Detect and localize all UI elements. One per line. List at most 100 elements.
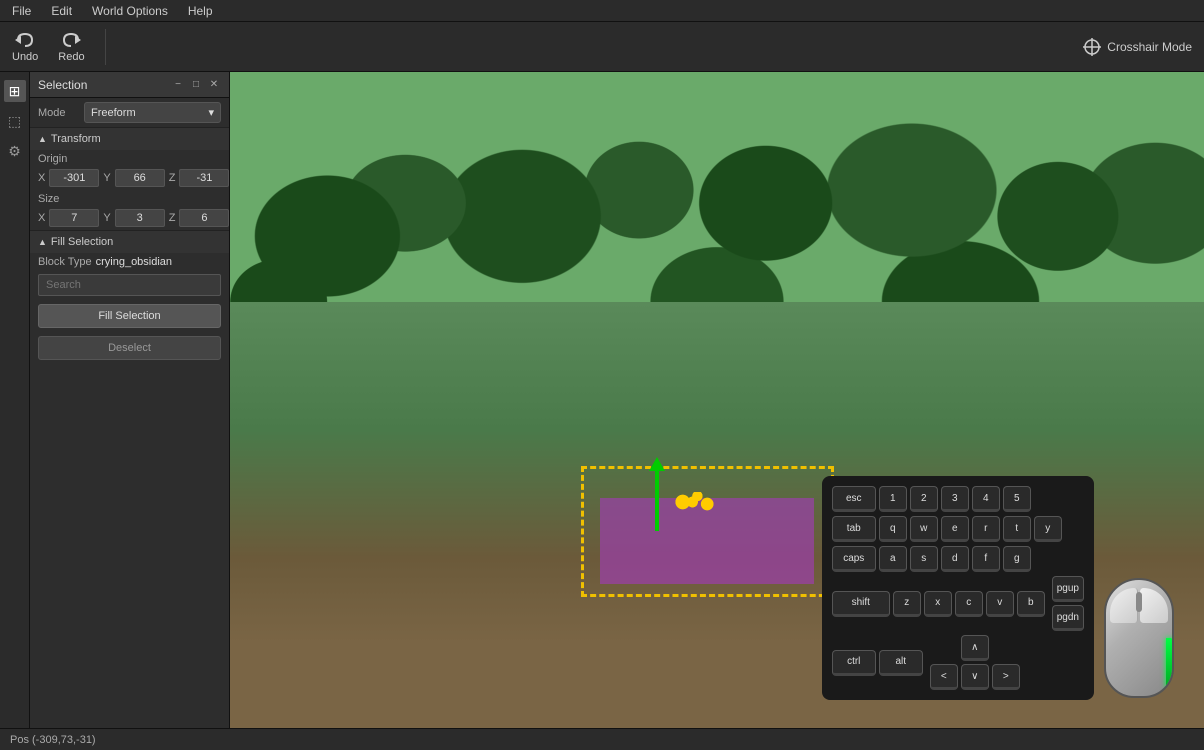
size-y-input[interactable] [115,209,165,227]
mouse-overlay [1104,578,1194,708]
size-y-label: Y [103,212,110,224]
redo-label: Redo [58,51,84,63]
panel-close-button[interactable]: ✕ [207,78,221,92]
key-w[interactable]: w [910,516,938,542]
key-2[interactable]: 2 [910,486,938,512]
mouse-green-light [1166,638,1174,688]
mouse-left-button[interactable] [1110,588,1138,623]
key-r[interactable]: r [972,516,1000,542]
kb-row-4: shift z x c v b pgup pgdn [832,576,1084,631]
menu-help[interactable]: Help [184,4,217,18]
menubar: File Edit World Options Help [0,0,1204,22]
key-1[interactable]: 1 [879,486,907,512]
fill-chevron-icon: ▲ [38,237,47,247]
size-z-input[interactable] [179,209,229,227]
block-type-row: Block Type crying_obsidian [30,253,229,271]
key-x[interactable]: x [924,591,952,617]
panel-title-controls: − □ ✕ [171,78,221,92]
key-tab[interactable]: tab [832,516,876,542]
origin-z-input[interactable] [179,169,229,187]
mc-scene: esc 1 2 3 4 5 tab q w e r t y [230,72,1204,728]
fill-section-label: Fill Selection [51,236,113,248]
key-shift[interactable]: shift [832,591,890,617]
size-x-label: X [38,212,45,224]
transform-label: Transform [51,133,101,145]
search-wrap [30,271,229,299]
viewport[interactable]: esc 1 2 3 4 5 tab q w e r t y [230,72,1204,728]
deselect-button[interactable]: Deselect [38,336,221,360]
origin-z-label: Z [169,172,176,184]
key-a[interactable]: a [879,546,907,572]
fill-selection-button[interactable]: Fill Selection [38,304,221,328]
key-f[interactable]: f [972,546,1000,572]
sidebar-icons: ⊞ ⬚ ⚙ [0,72,30,728]
toolbar-separator [105,29,106,65]
sidebar-settings-icon[interactable]: ⚙ [4,140,26,162]
key-v[interactable]: v [986,591,1014,617]
mode-value: Freeform [91,107,136,119]
key-pgdn[interactable]: pgdn [1052,605,1084,631]
undo-button[interactable]: Undo [12,31,38,63]
crosshair-mode-label: Crosshair Mode [1107,40,1192,54]
green-arrow [649,457,665,531]
size-x-input[interactable] [49,209,99,227]
origin-y-label: Y [103,172,110,184]
fill-section-header[interactable]: ▲ Fill Selection [30,230,229,253]
pos-label: Pos (-309,73,-31) [10,734,96,746]
keyboard-overlay: esc 1 2 3 4 5 tab q w e r t y [822,476,1094,700]
key-esc[interactable]: esc [832,486,876,512]
key-caps[interactable]: caps [832,546,876,572]
mouse-right-button[interactable] [1140,588,1168,623]
redo-button[interactable]: Redo [58,31,84,63]
mode-row: Mode Freeform ▾ [30,98,229,127]
key-up[interactable]: ∧ [961,635,989,661]
search-input[interactable] [38,274,221,296]
menu-edit[interactable]: Edit [47,4,76,18]
key-3[interactable]: 3 [941,486,969,512]
key-alt[interactable]: alt [879,650,923,676]
sidebar-layers-icon[interactable]: ⊞ [4,80,26,102]
block-type-value: crying_obsidian [96,256,172,268]
undo-label: Undo [12,51,38,63]
menu-world-options[interactable]: World Options [88,4,172,18]
mode-select[interactable]: Freeform ▾ [84,102,221,123]
kb-row-2: tab q w e r t y [832,516,1084,542]
crosshair-mode-button[interactable]: Crosshair Mode [1083,38,1192,56]
menu-file[interactable]: File [8,4,35,18]
key-4[interactable]: 4 [972,486,1000,512]
transform-chevron-icon: ▲ [38,134,47,144]
transform-section-header[interactable]: ▲ Transform [30,127,229,150]
panel-detach-button[interactable]: □ [189,78,203,92]
block-type-label: Block Type [38,256,92,268]
key-pgup[interactable]: pgup [1052,576,1084,602]
origin-x-label: X [38,172,45,184]
panel-minimize-button[interactable]: − [171,78,185,92]
arrow-head [649,457,665,471]
key-e[interactable]: e [941,516,969,542]
sidebar-select-icon[interactable]: ⬚ [4,110,26,132]
key-q[interactable]: q [879,516,907,542]
size-z-label: Z [169,212,176,224]
key-y[interactable]: y [1034,516,1062,542]
key-g[interactable]: g [1003,546,1031,572]
key-left[interactable]: < [930,664,958,690]
origin-x-input[interactable] [49,169,99,187]
key-right[interactable]: > [992,664,1020,690]
key-c[interactable]: c [955,591,983,617]
panel-titlebar: Selection − □ ✕ [30,72,229,98]
mouse-scroll-wheel[interactable] [1136,592,1142,612]
mouse-shape [1104,578,1174,698]
key-s[interactable]: s [910,546,938,572]
key-d[interactable]: d [941,546,969,572]
key-5[interactable]: 5 [1003,486,1031,512]
key-down[interactable]: ∨ [961,664,989,690]
mode-label: Mode [38,107,78,119]
origin-y-input[interactable] [115,169,165,187]
key-ctrl[interactable]: ctrl [832,650,876,676]
key-t[interactable]: t [1003,516,1031,542]
selection-panel: Selection − □ ✕ Mode Freeform ▾ ▲ Transf… [30,72,230,728]
key-z[interactable]: z [893,591,921,617]
key-b[interactable]: b [1017,591,1045,617]
panel-title: Selection [38,78,87,92]
size-label: Size [30,190,229,206]
